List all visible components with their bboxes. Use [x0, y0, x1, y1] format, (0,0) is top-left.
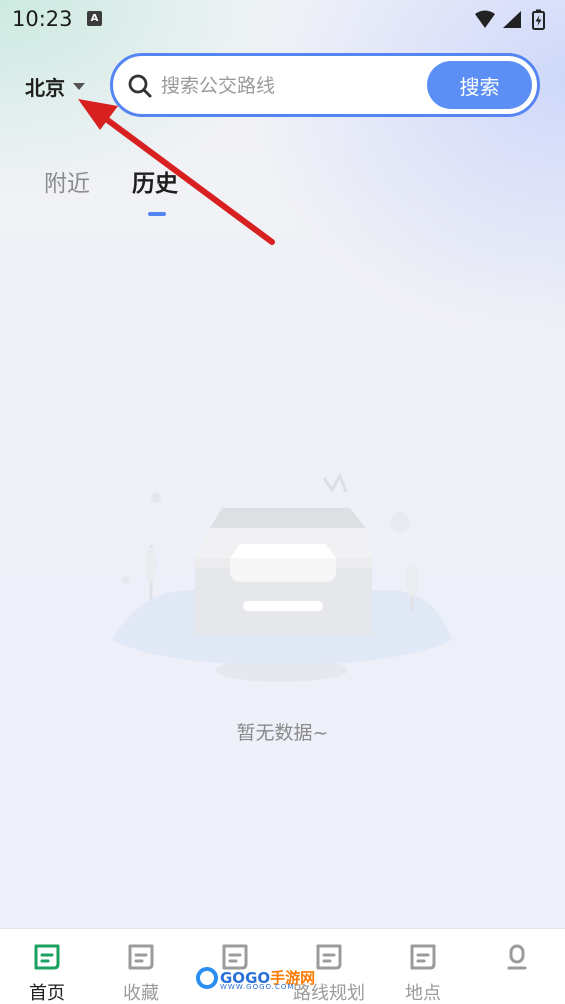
- nav-label-home: 首页: [29, 983, 65, 1004]
- search-button[interactable]: 搜索: [427, 61, 532, 109]
- empty-box-illustration: [112, 472, 452, 682]
- nav-label-place: 地点: [405, 983, 441, 1004]
- favorites-icon: [128, 944, 154, 970]
- nav-place[interactable]: 地点: [376, 929, 470, 1004]
- search-icon: [128, 74, 152, 98]
- battery-charging-icon: [532, 9, 545, 30]
- city-label: 北京: [25, 76, 65, 100]
- watermark-url: WWW.GOGO.COM: [220, 983, 295, 991]
- search-input[interactable]: [161, 70, 421, 102]
- watermark-circle-icon: [196, 967, 218, 989]
- home-icon: [34, 944, 60, 970]
- status-bar: 10:23 A: [0, 0, 565, 40]
- status-time: 10:23: [12, 7, 73, 31]
- wifi-icon: [475, 10, 495, 28]
- tab-history[interactable]: 历史: [132, 164, 178, 198]
- nav-label-favorites: 收藏: [123, 983, 159, 1004]
- route-plan-icon: [316, 944, 342, 970]
- nav-favorites[interactable]: 收藏: [94, 929, 188, 1004]
- profile-icon: [507, 944, 527, 970]
- place-icon: [410, 944, 436, 970]
- empty-state-message: 暂无数据~: [236, 722, 329, 744]
- city-selector[interactable]: 北京: [25, 72, 85, 101]
- caret-down-icon: [73, 83, 85, 90]
- notification-a-icon: A: [87, 11, 102, 26]
- signal-icon: [503, 11, 521, 28]
- nav-profile[interactable]: [470, 929, 564, 1004]
- status-icons: [473, 9, 553, 30]
- tab-nearby[interactable]: 附近: [44, 164, 90, 198]
- search-box[interactable]: 搜索: [110, 53, 540, 117]
- tab-active-indicator: [148, 212, 166, 216]
- watermark-logo: GOGO手游网 WWW.GOGO.COM: [196, 964, 315, 992]
- nav-home[interactable]: 首页: [0, 929, 94, 1004]
- header-bar: 北京 搜索: [0, 52, 565, 120]
